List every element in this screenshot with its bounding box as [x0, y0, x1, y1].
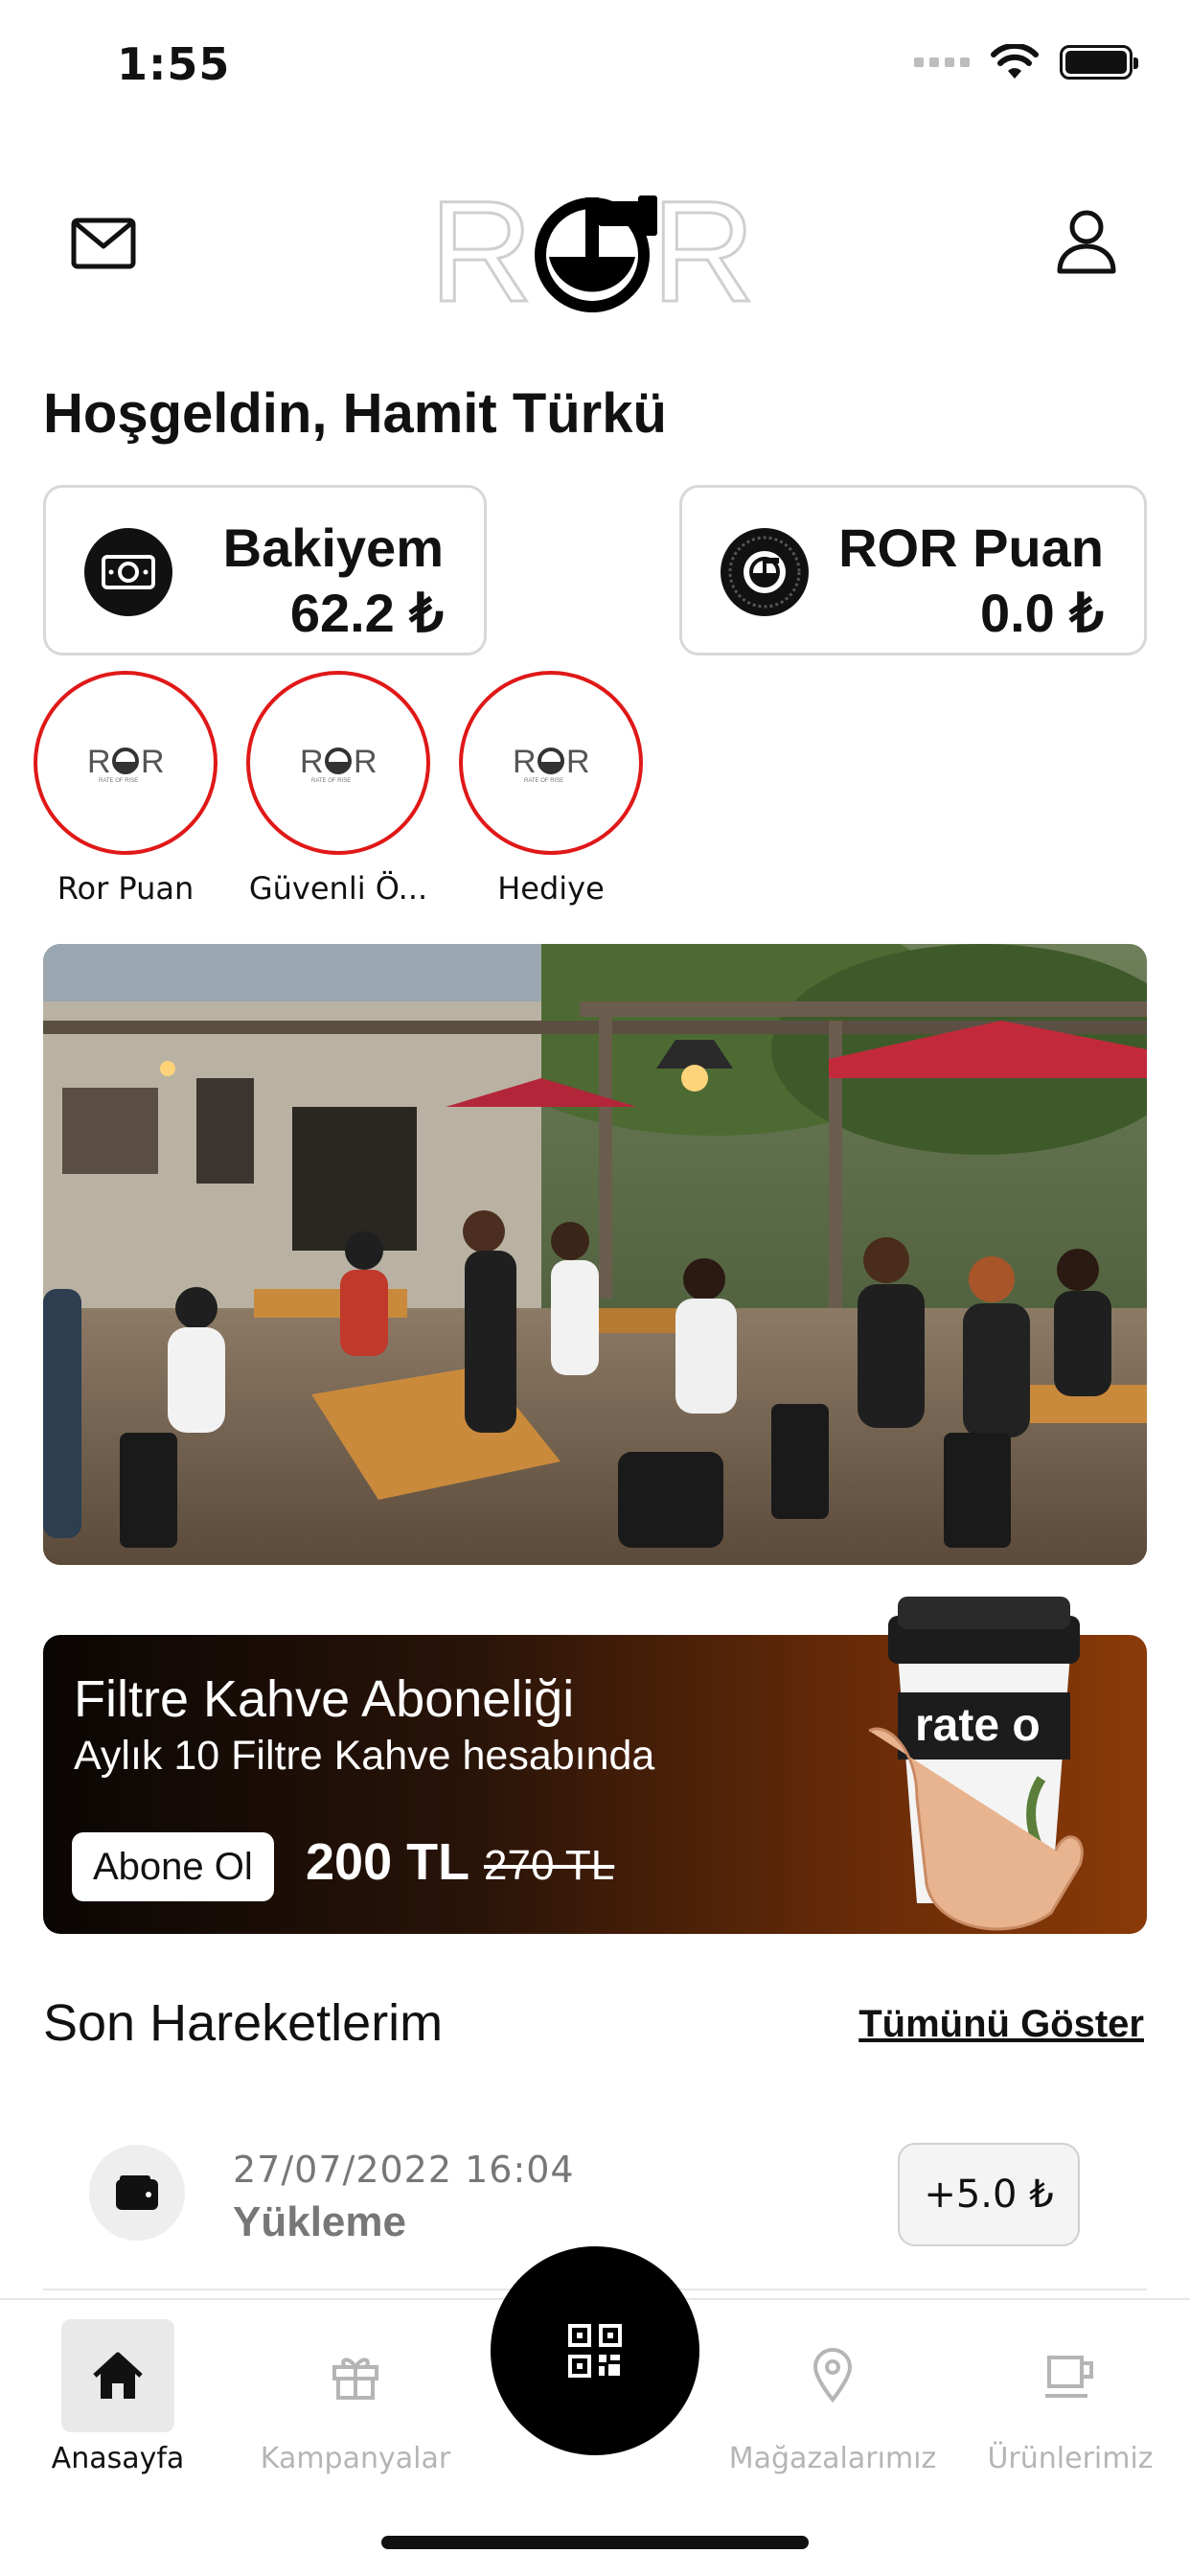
cellular-signal-icon [914, 58, 970, 67]
svg-text:RATE OF RISE: RATE OF RISE [524, 778, 563, 784]
ror-mini-logo: R R RATE OF RISE [87, 744, 165, 784]
coin-icon [721, 528, 809, 616]
wifi-icon [991, 44, 1039, 79]
ror-points-value: 0.0 ₺ [979, 583, 1104, 643]
tab-label: Ürünlerimiz [987, 2442, 1154, 2475]
ror-points-title: ROR Puan [838, 518, 1104, 578]
story-label: Hediye [497, 870, 605, 907]
subscription-promo-banner[interactable]: Filtre Kahve Aboneliği Aylık 10 Filtre K… [43, 1597, 1147, 1934]
home-icon [93, 2352, 143, 2399]
tab-home[interactable]: Anasayfa [8, 2319, 228, 2475]
balance-value: 62.2 ₺ [289, 583, 444, 643]
svg-text:RATE OF RISE: RATE OF RISE [99, 778, 138, 784]
tab-stores[interactable]: Mağazalarımız [722, 2319, 943, 2475]
show-all-link[interactable]: Tümünü Göster [858, 2003, 1144, 2046]
qr-code-icon [568, 2324, 622, 2378]
svg-text:R: R [300, 744, 324, 780]
svg-text:R: R [652, 182, 755, 316]
status-icons [914, 44, 1138, 80]
ror-points-card[interactable]: ROR Puan 0.0 ₺ [679, 485, 1147, 656]
gift-icon [332, 2358, 378, 2400]
story-ring: R R RATE OF RISE [459, 671, 643, 855]
story-ring: R R RATE OF RISE [246, 671, 430, 855]
transaction-date: 27/07/2022 16:04 [233, 2149, 575, 2191]
svg-text:R: R [513, 744, 537, 780]
status-bar: 1:55 [0, 0, 1190, 125]
battery-icon [1060, 45, 1138, 80]
balance-card[interactable]: Bakiyem 62.2 ₺ [43, 485, 487, 656]
qr-scan-button[interactable] [491, 2246, 699, 2455]
story-hediye[interactable]: R R RATE OF RISE Hediye [459, 671, 643, 907]
svg-text:RATE OF RISE: RATE OF RISE [311, 778, 351, 784]
ror-logo: R R [429, 182, 757, 316]
svg-text:R: R [354, 744, 378, 780]
tab-label: Mağazalarımız [728, 2442, 937, 2475]
app-header: R R [0, 172, 1190, 326]
story-guvenli[interactable]: R R RATE OF RISE Güvenli Ö... [246, 671, 430, 907]
promo-title: Filtre Kahve Aboneliği [74, 1670, 575, 1728]
promo-subtitle: Aylık 10 Filtre Kahve hesabında [74, 1733, 655, 1779]
home-indicator [381, 2536, 809, 2549]
location-pin-icon [812, 2348, 853, 2404]
store-photo-banner[interactable] [43, 944, 1147, 1565]
user-icon [1057, 210, 1116, 274]
ror-mini-logo: R R RATE OF RISE [513, 744, 590, 784]
svg-text:R: R [429, 182, 533, 316]
messages-button[interactable] [67, 207, 140, 280]
svg-text:rate o: rate o [915, 1700, 1041, 1751]
welcome-heading: Hoşgeldin, Hamit Türkü [43, 382, 667, 445]
coffee-cup-hand-image: rate o [868, 1597, 1084, 1931]
profile-button[interactable] [1050, 201, 1123, 282]
story-label: Güvenli Ö... [248, 870, 428, 907]
promo-old-price: 270 TL [484, 1842, 615, 1889]
svg-text:R: R [566, 744, 590, 780]
ror-mini-logo: R R RATE OF RISE [300, 744, 378, 784]
stories-row: R R RATE OF RISE Ror Puan R R RATE OF RI… [34, 671, 643, 907]
recent-transactions-title: Son Hareketlerim [43, 1994, 444, 2052]
story-ror-puan[interactable]: R R RATE OF RISE Ror Puan [34, 671, 217, 907]
tab-campaigns[interactable]: Kampanyalar [245, 2319, 466, 2475]
svg-text:R: R [87, 744, 111, 780]
wallet-icon [89, 2145, 185, 2241]
tab-products[interactable]: Ürünlerimiz [960, 2319, 1180, 2475]
story-ring: R R RATE OF RISE [34, 671, 217, 855]
promo-price: 200 TL [306, 1833, 470, 1891]
tab-label: Anasayfa [51, 2442, 185, 2475]
status-time: 1:55 [117, 38, 231, 90]
balance-title: Bakiyem [222, 518, 444, 578]
transaction-amount: +5.0 ₺ [898, 2143, 1080, 2246]
money-icon [84, 528, 172, 616]
cafe-terrace-image [43, 944, 1147, 1565]
transaction-type: Yükleme [233, 2198, 406, 2245]
mail-icon [71, 218, 136, 269]
tab-label: Kampanyalar [260, 2442, 451, 2475]
coffee-cup-icon [1045, 2356, 1093, 2398]
svg-text:R: R [141, 744, 165, 780]
subscribe-button[interactable]: Abone Ol [72, 1832, 274, 1901]
story-label: Ror Puan [57, 870, 195, 907]
